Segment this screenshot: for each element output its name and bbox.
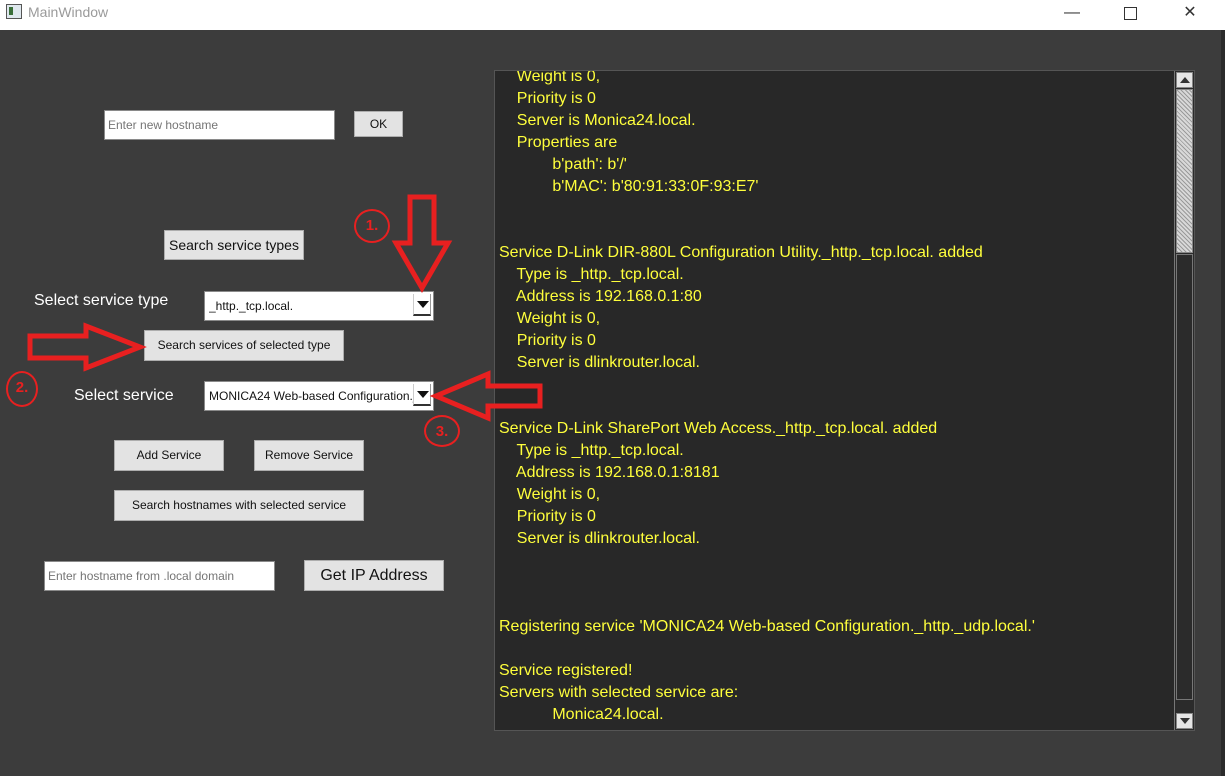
step-1-badge: 1. [354,209,390,243]
arrow-2-icon [27,322,147,372]
step-3-badge: 3. [424,415,460,447]
annotation-arrows [27,194,543,422]
step-2-badge: 2. [6,371,38,407]
arrow-3-icon [429,370,543,422]
arrow-1-icon [391,194,453,293]
